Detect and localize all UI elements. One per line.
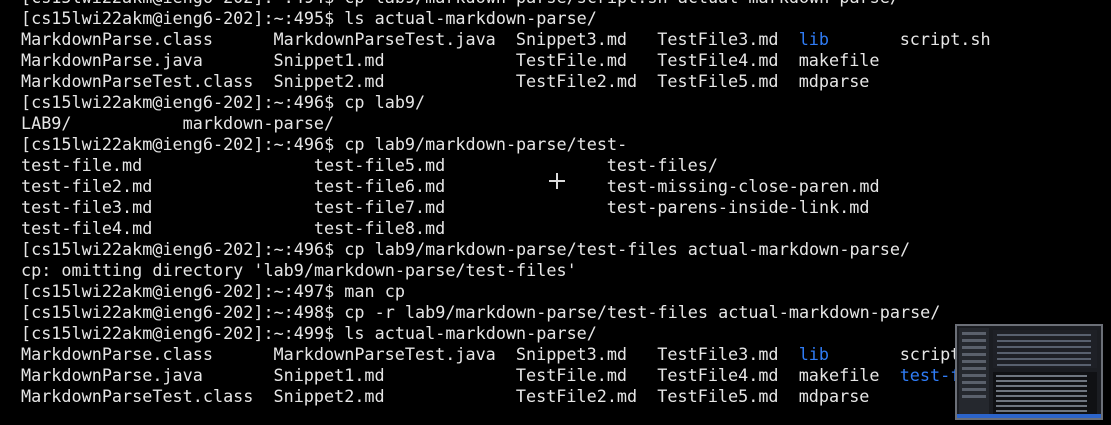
file-entry: MarkdownParseTest.class [21,386,254,406]
terminal-line: test-file4.md test-file8.md [21,218,1111,239]
file-entry: mdparse [798,71,870,91]
file-entry: TestFile4.md [657,50,779,70]
terminal-line: MarkdownParse.class MarkdownParseTest.jav… [21,344,1111,365]
file-entry: test-parens-inside-link.md [606,197,870,217]
file-entry: test-file5.md [313,155,446,175]
terminal-text: [cs15lwi22akm@ieng6-202]:~:494$ cp lab9/… [21,0,900,8]
file-entry: MarkdownParse.class [21,344,213,364]
terminal-text: [cs15lwi22akm@ieng6-202]:~:495$ ls actua… [21,8,597,28]
file-entry: test-file6.md [313,176,446,196]
terminal-text: [cs15lwi22akm@ieng6-202]:~:497$ man cp [21,281,405,301]
terminal-line: MarkdownParseTest.class Snippet2.md TestFi… [21,386,1111,407]
file-entry: TestFile.md [515,50,628,70]
file-entry: makefile [798,50,880,70]
file-entry: TestFile.md [515,365,628,385]
file-entry: test-missing-close-paren.md [606,176,880,196]
terminal-line: cp: omitting directory 'lab9/markdown-pa… [21,260,1111,281]
file-entry: makefile [798,365,880,385]
terminal-line: [cs15lwi22akm@ieng6-202]:~:498$ cp -r la… [21,302,1111,323]
file-entry: test-file.md [21,155,143,175]
file-entry: LAB9/ [21,113,72,133]
thumbnail-terminal [993,372,1097,417]
file-entry: test-file8.md [313,218,446,238]
file-entry: TestFile3.md [657,344,779,364]
terminal-text: [cs15lwi22akm@ieng6-202]:~:499$ ls actua… [21,323,597,343]
terminal-line: [cs15lwi22akm@ieng6-202]:~:494$ cp lab9/… [21,0,1111,8]
file-entry: mdparse [798,386,870,406]
file-entry: Snippet1.md [273,50,385,70]
file-entry: MarkdownParseTest.java [273,344,496,364]
file-entry: TestFile3.md [657,29,779,49]
terminal-line: test-file.md test-file5.md test-files/ [21,155,1111,176]
terminal-line: test-file3.md test-file7.md test-parens-in… [21,197,1111,218]
terminal-text: [cs15lwi22akm@ieng6-202]:~:496$ cp lab9/… [21,134,628,154]
file-entry: TestFile5.md [657,71,779,91]
terminal-line: [cs15lwi22akm@ieng6-202]:~:496$ cp lab9/… [21,134,1111,155]
terminal-line: [cs15lwi22akm@ieng6-202]:~:496$ cp lab9/… [21,239,1111,260]
terminal-text: [cs15lwi22akm@ieng6-202]:~:496$ cp lab9/… [21,239,911,259]
file-entry: test-file4.md [21,218,153,238]
file-entry: TestFile2.md [515,71,638,91]
file-entry: script.sh [899,29,991,49]
file-entry: MarkdownParseTest.class [21,71,254,91]
file-entry: script [899,344,961,364]
file-entry: MarkdownParse.java [21,50,203,70]
file-entry: Snippet2.md [273,386,385,406]
file-entry: Snippet3.md [515,344,628,364]
file-entry: test-file3.md [21,197,153,217]
terminal-line: test-file2.md test-file6.md test-missing-c… [21,176,1111,197]
file-entry: Snippet3.md [515,29,628,49]
terminal-text: [cs15lwi22akm@ieng6-202]:~:498$ cp -r la… [21,302,941,322]
file-entry: markdown-parse/ [182,113,335,133]
terminal-output: [cs15lwi22akm@ieng6-202]:~:494$ cp lab9/… [21,0,1111,407]
file-entry: MarkdownParse.java [21,365,203,385]
directory-entry: lib [798,29,829,49]
terminal-line: MarkdownParseTest.class Snippet2.md TestFi… [21,71,1111,92]
terminal-text: cp: omitting directory 'lab9/markdown-pa… [21,260,577,280]
file-entry: MarkdownParse.class [21,29,213,49]
file-entry: test-file2.md [21,176,153,196]
directory-entry: test-f [899,365,961,385]
terminal-line: [cs15lwi22akm@ieng6-202]:~:496$ cp lab9/ [21,92,1111,113]
terminal-line: [cs15lwi22akm@ieng6-202]:~:495$ ls actua… [21,8,1111,29]
file-entry: Snippet2.md [273,71,385,91]
terminal-line: MarkdownParse.java Snippet1.md TestFile.md… [21,365,1111,386]
file-entry: TestFile5.md [657,386,779,406]
terminal-line: MarkdownParse.java Snippet1.md TestFile.md… [21,50,1111,71]
file-entry: test-files/ [606,155,718,175]
terminal-line: LAB9/markdown-parse/ [21,113,1111,134]
file-entry: test-file7.md [313,197,446,217]
terminal-line: MarkdownParse.class MarkdownParseTest.jav… [21,29,1111,50]
thumbnail-status-bar [957,414,1101,418]
file-entry: Snippet1.md [273,365,385,385]
directory-entry: lib [798,344,829,364]
thumbnail-sidebar [959,328,989,416]
file-entry: TestFile2.md [515,386,638,406]
screenshot-thumbnail[interactable] [955,324,1103,420]
file-entry: TestFile4.md [657,365,779,385]
thumbnail-editor [993,330,1097,368]
terminal-text: [cs15lwi22akm@ieng6-202]:~:496$ cp lab9/ [21,92,426,112]
file-entry: MarkdownParseTest.java [273,29,496,49]
terminal-window[interactable]: [cs15lwi22akm@ieng6-202]:~:494$ cp lab9/… [0,0,1111,425]
crosshair-cursor-icon [549,173,565,189]
terminal-line: [cs15lwi22akm@ieng6-202]:~:497$ man cp [21,281,1111,302]
terminal-line: [cs15lwi22akm@ieng6-202]:~:499$ ls actua… [21,323,1111,344]
